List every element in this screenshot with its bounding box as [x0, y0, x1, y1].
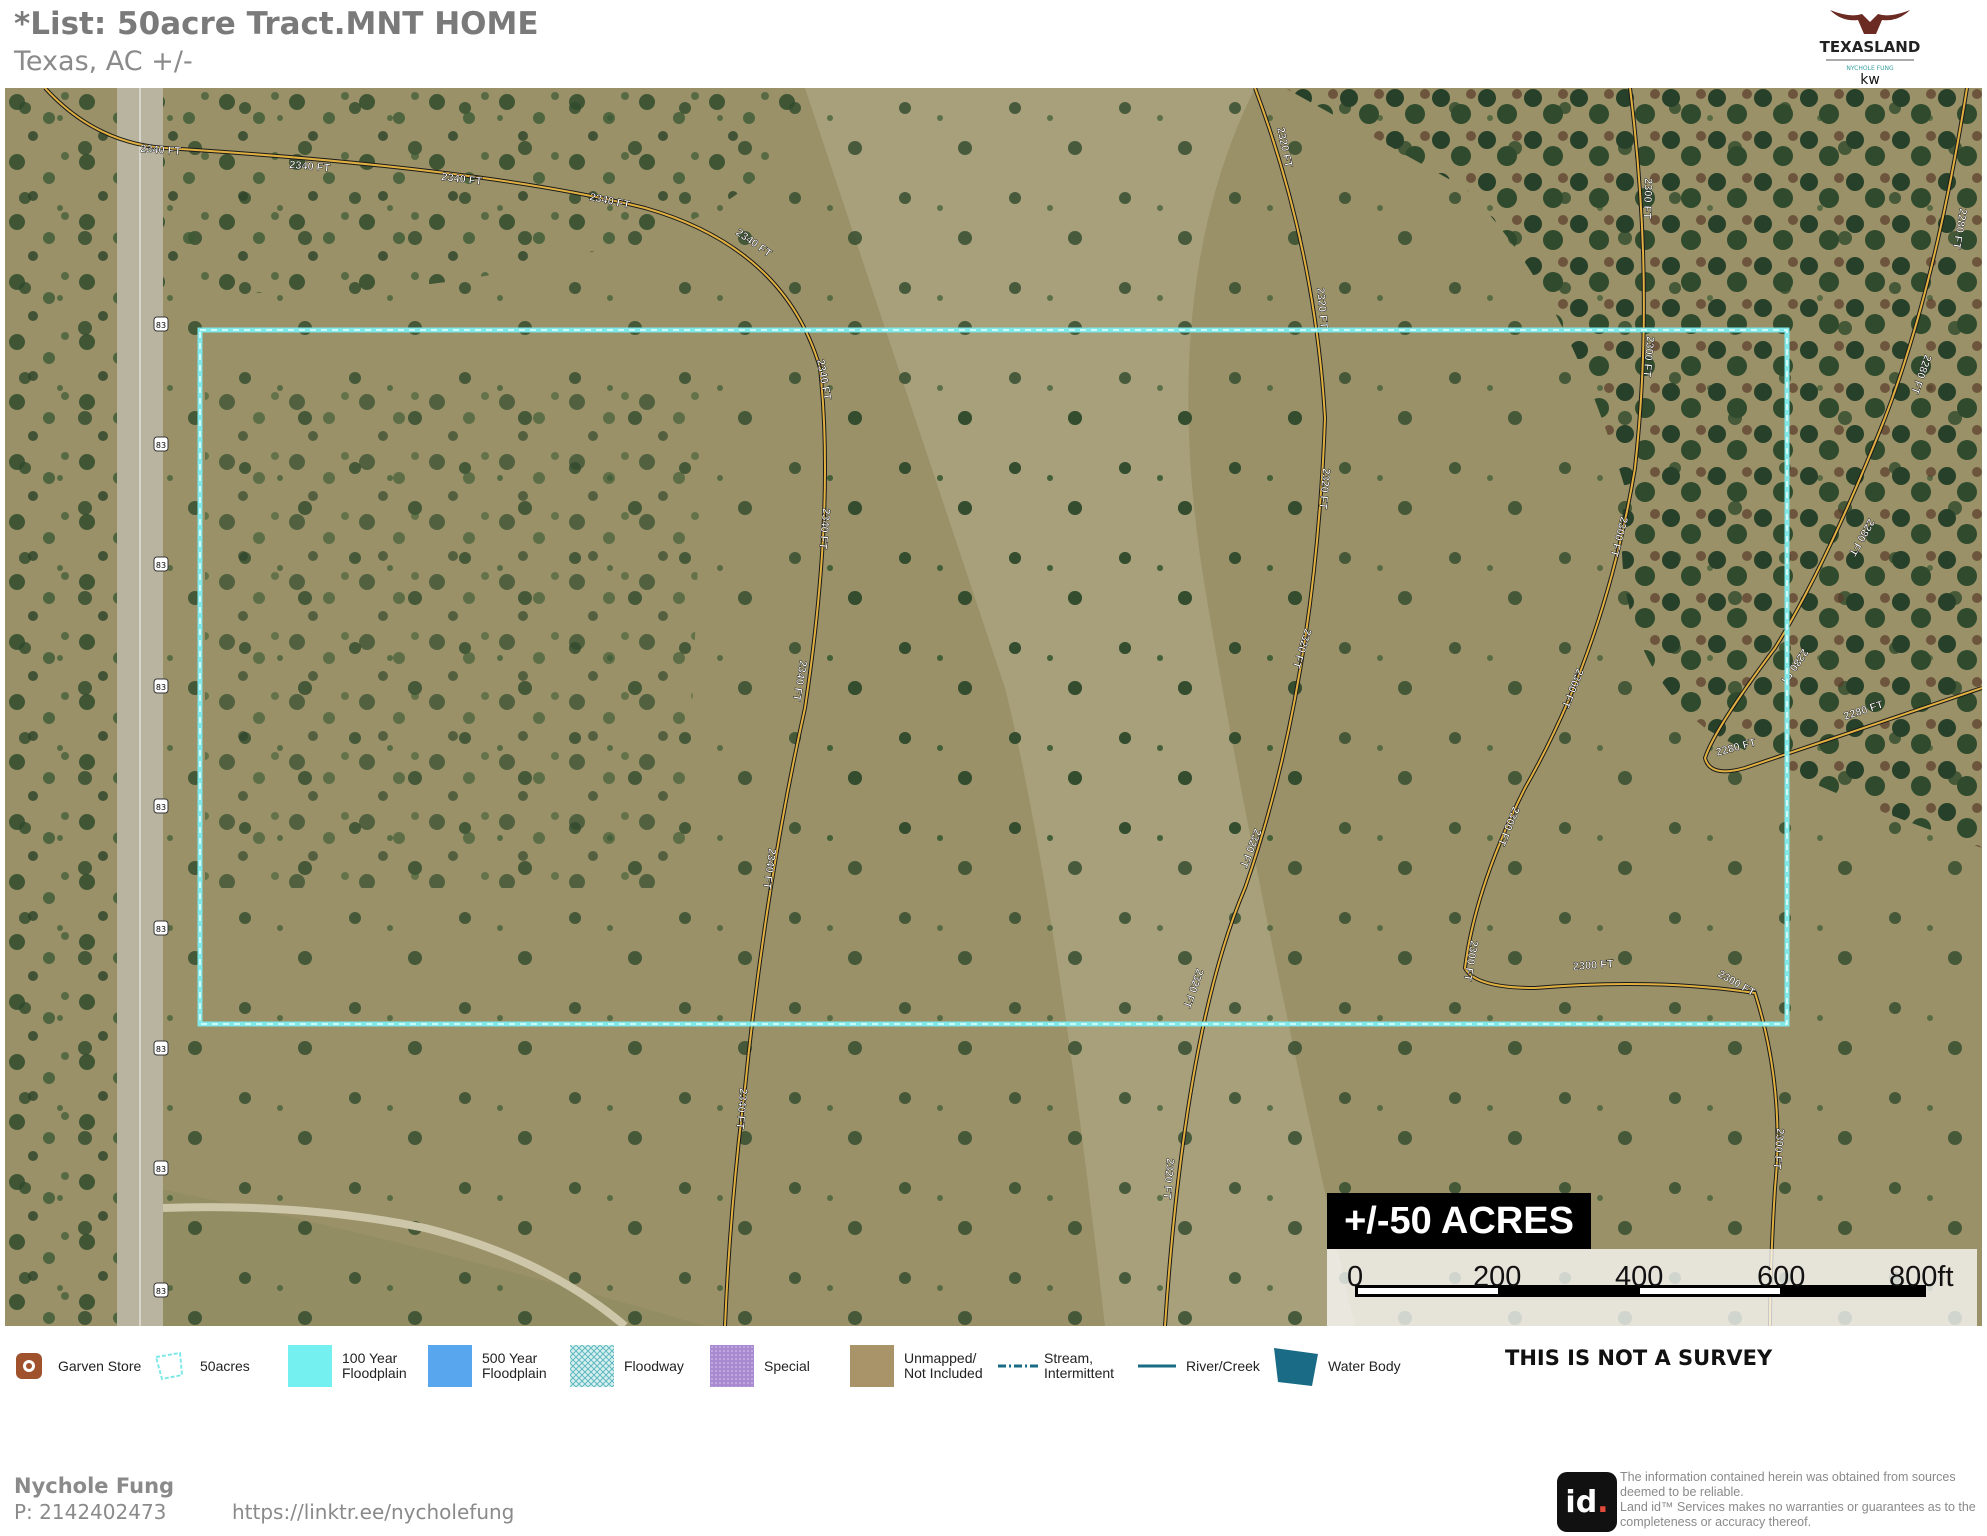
agent-phone: P: 2142402473	[14, 1500, 167, 1524]
legend-label: River/Creek	[1186, 1357, 1260, 1374]
highway-shield: 83	[156, 925, 166, 934]
legend-label: Water Body	[1328, 1357, 1401, 1374]
not-a-survey-notice: THIS IS NOT A SURVEY	[1505, 1346, 1773, 1370]
scale-label-800ft: 800ft	[1889, 1261, 1954, 1293]
texasland-logo: TEXASLAND NYCHOLE FUNG kw	[1810, 0, 1930, 88]
scale-label-0: 0	[1347, 1261, 1364, 1293]
landid-logo: id.	[1557, 1472, 1617, 1532]
swatch-special-icon	[710, 1345, 754, 1387]
water-body-icon	[1274, 1348, 1318, 1386]
legend-item-stream: Stream, Intermittent	[998, 1344, 1114, 1388]
map-title: *List: 50acre Tract.MNT HOME	[14, 6, 539, 42]
acres-label: +/-50 ACRES	[1327, 1193, 1591, 1249]
stream-line-icon	[998, 1364, 1038, 1368]
scale-label-600: 600	[1757, 1261, 1806, 1293]
store-icon	[16, 1353, 42, 1379]
highway-shield: 83	[156, 1287, 166, 1296]
legend-item-unmapped: Unmapped/ Not Included	[850, 1344, 983, 1388]
legend-item-store: Garven Store	[14, 1344, 141, 1388]
swatch-floodway-icon	[570, 1345, 614, 1387]
legend-label: Floodway	[624, 1357, 684, 1374]
river-line-icon	[1138, 1364, 1176, 1368]
legend-item-floodway: Floodway	[570, 1344, 684, 1388]
scale-label-200: 200	[1473, 1261, 1522, 1293]
scale-label-400: 400	[1615, 1261, 1664, 1293]
longhorn-icon	[1830, 10, 1910, 34]
legend-label: 50acres	[200, 1357, 250, 1374]
highway-shield: 83	[156, 321, 166, 330]
agent-name: Nychole Fung	[14, 1474, 175, 1498]
vegetation-parcel-center	[825, 408, 1305, 848]
legend-item-special: Special	[710, 1344, 810, 1388]
legend-label: Stream, Intermittent	[1044, 1350, 1115, 1381]
aerial-map[interactable]: 83 83 83 83 83 83 83 83 83 2340 FT 2340 …	[5, 88, 1982, 1326]
legend-item-100yr: 100 Year Floodplain	[288, 1344, 407, 1388]
map-canvas: 83 83 83 83 83 83 83 83 83 2340 FT 2340 …	[5, 88, 1982, 1326]
legend-label: Garven Store	[58, 1357, 142, 1374]
swatch-100yr-icon	[288, 1345, 332, 1387]
logo-brand-text: TEXASLAND	[1820, 38, 1921, 56]
legend-item-water-body: Water Body	[1272, 1344, 1401, 1388]
legend-label: 100 Year Floodplain	[342, 1350, 407, 1381]
landid-logo-dot: .	[1597, 1484, 1609, 1520]
agent-link[interactable]: https://linktr.ee/nycholefung	[232, 1500, 514, 1524]
swatch-unmapped-icon	[850, 1345, 894, 1387]
legend-item-500yr: 500 Year Floodplain	[428, 1344, 547, 1388]
highway-shield: 83	[156, 441, 166, 450]
legend-item-parcel: 50acres	[152, 1344, 250, 1388]
contour-label: 2300 FT	[1641, 178, 1654, 220]
landid-disclaimer: The information contained herein was obt…	[1620, 1470, 1976, 1529]
highway-shield: 83	[156, 803, 166, 812]
highway-shield: 83	[156, 1045, 166, 1054]
logo-agent-text: NYCHOLE FUNG	[1846, 65, 1894, 72]
map-subtitle: Texas, AC +/-	[14, 46, 193, 77]
legend-item-river: River/Creek	[1138, 1344, 1260, 1388]
highway-shield: 83	[156, 683, 166, 692]
logo-kw-text: kw	[1860, 72, 1880, 88]
swatch-500yr-icon	[428, 1345, 472, 1387]
landid-logo-text: id	[1565, 1484, 1598, 1520]
highway-shield: 83	[156, 1165, 166, 1174]
vegetation-parcel-west	[205, 388, 705, 888]
parcel-outline-icon	[154, 1351, 184, 1381]
highway-83	[117, 88, 163, 1326]
highway-shield: 83	[156, 561, 166, 570]
vegetation-west	[5, 88, 135, 1326]
legend-label: Unmapped/ Not Included	[904, 1350, 983, 1381]
legend-label: Special	[764, 1357, 810, 1374]
legend-label: 500 Year Floodplain	[482, 1350, 547, 1381]
